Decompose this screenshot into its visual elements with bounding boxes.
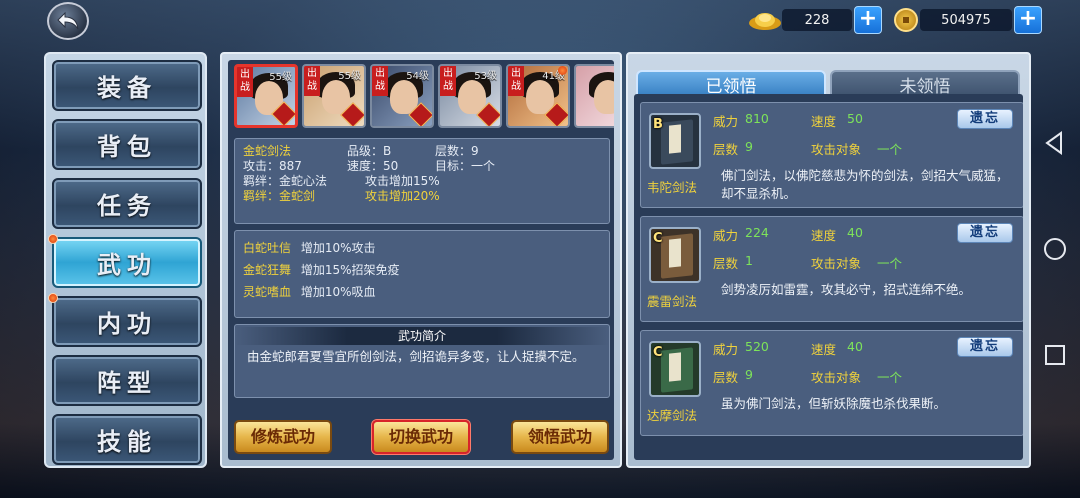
coin-amount: 504975 (920, 9, 1012, 31)
ingot-amount: 228 (782, 9, 852, 31)
effect-row: 灵蛇嗜血 增加10%吸血 (243, 285, 376, 299)
notification-dot (558, 66, 567, 75)
forget-button[interactable]: 遗忘 (957, 337, 1013, 357)
notification-dot (48, 234, 58, 244)
skill-effects-box: 白蛇吐信 增加10%攻击 金蛇狂舞 增加15%招架免疫 灵蛇嗜血 增加10%吸血 (234, 230, 610, 318)
add-ingot-button[interactable]: + (854, 6, 882, 34)
manual-layers: 9 (745, 139, 753, 154)
manual-layers: 1 (745, 253, 753, 268)
nav-back-icon[interactable] (1042, 130, 1068, 156)
manual-speed: 40 (847, 225, 863, 240)
effect-row: 金蛇狂舞 增加15%招架免疫 (243, 263, 400, 277)
copper-coin-icon (894, 8, 918, 32)
comprehend-skill-button[interactable]: 领悟武功 (511, 420, 609, 454)
manual-speed: 40 (847, 339, 863, 354)
skill-layers: 层数：9 (435, 144, 479, 158)
bond-effect: 攻击增加20% (365, 189, 440, 203)
menu-equipment[interactable]: 装备 (52, 60, 202, 111)
switch-skill-button[interactable]: 切换武功 (372, 420, 470, 454)
manual-book-icon: B (649, 113, 701, 169)
left-menu: 装备 背包 任务 武功 内功 阵型 技能 (44, 52, 207, 468)
skill-intro-box: 武功简介 由金蛇郎君夏雪宜所创剑法，剑招诡异多变，让人捉摸不定。 (234, 324, 610, 398)
back-arrow-icon (57, 11, 79, 30)
nav-recents-icon[interactable] (1042, 342, 1068, 368)
manual-desc: 虽为佛门剑法，但斩妖除魔也杀伐果断。 (721, 396, 947, 411)
hero-list: 出战 55级 出战 55级 出战 54级 出战 53级 出战 41级 (228, 60, 614, 130)
skill-manual-card[interactable]: B 韦陀剑法 威力 810 速度 50 层数 9 攻击对象 一个 遗忘 佛门剑法… (640, 102, 1023, 208)
skill-grade: 品级：B (347, 144, 392, 158)
train-skill-button[interactable]: 修炼武功 (234, 420, 332, 454)
hero-card[interactable]: 出战 55级 (234, 64, 298, 128)
manual-layers: 9 (745, 367, 753, 382)
skill-manual-card[interactable]: C 达摩剑法 威力 520 速度 40 层数 9 攻击对象 一个 遗忘 虽为佛门… (640, 330, 1023, 436)
hero-card[interactable]: 出战 55级 (302, 64, 366, 128)
manual-speed: 50 (847, 111, 863, 126)
notification-dot (48, 293, 58, 303)
menu-inner-power[interactable]: 内功 (48, 293, 202, 347)
bond-label: 羁绊：金蛇剑 (243, 189, 316, 203)
skill-speed: 速度：50 (347, 159, 399, 173)
manual-power: 520 (745, 339, 769, 354)
manual-power: 810 (745, 111, 769, 126)
skill-info-box: 金蛇剑法 品级：B 层数：9 攻击：887 速度：50 目标：一个 羁绊：金蛇心… (234, 138, 610, 224)
menu-martial-arts[interactable]: 武功 (48, 234, 202, 288)
ingot-currency: 228 + (748, 6, 882, 34)
skill-manual-card[interactable]: C 震雷剑法 威力 224 速度 40 层数 1 攻击对象 一个 遗忘 剑势凌厉… (640, 216, 1023, 322)
manual-desc: 佛门剑法，以佛陀慈悲为怀的剑法，剑招大气威猛，却不显杀机。 (721, 168, 1009, 201)
system-nav-bar (1032, 0, 1080, 498)
learned-skills-panel: 已领悟 未领悟 B 韦陀剑法 威力 810 速度 50 层数 9 攻击对象 一个… (626, 52, 1031, 468)
intro-text: 由金蛇郎君夏雪宜所创剑法，剑招诡异多变，让人捉摸不定。 (247, 349, 585, 364)
menu-backpack[interactable]: 背包 (52, 119, 202, 170)
forget-button[interactable]: 遗忘 (957, 109, 1013, 129)
hero-card[interactable]: 出战 53级 (438, 64, 502, 128)
effect-row: 白蛇吐信 增加10%攻击 (243, 241, 376, 255)
coin-currency: 504975 + (894, 6, 1042, 34)
skill-name: 金蛇剑法 (243, 144, 292, 158)
bond-label: 羁绊：金蛇心法 (243, 174, 328, 188)
hero-card[interactable]: 5 (574, 64, 614, 128)
manual-desc: 剑势凌厉如雷霆，攻其必守，招式连绵不绝。 (721, 282, 972, 297)
forget-button[interactable]: 遗忘 (957, 223, 1013, 243)
skill-manual-list: B 韦陀剑法 威力 810 速度 50 层数 9 攻击对象 一个 遗忘 佛门剑法… (634, 94, 1023, 460)
hero-card[interactable]: 出战 54级 (370, 64, 434, 128)
manual-power: 224 (745, 225, 769, 240)
manual-book-icon: C (649, 227, 701, 283)
manual-target: 一个 (877, 370, 903, 385)
nav-home-icon[interactable] (1042, 236, 1068, 262)
gold-ingot-icon (748, 9, 782, 31)
bond-effect: 攻击增加15% (365, 174, 440, 188)
skill-target: 目标：一个 (435, 159, 496, 173)
intro-title: 武功简介 (235, 327, 609, 345)
manual-target: 一个 (877, 256, 903, 271)
skill-attack: 攻击：887 (243, 159, 302, 173)
menu-formation[interactable]: 阵型 (52, 355, 202, 406)
back-button[interactable] (47, 2, 89, 40)
manual-book-icon: C (649, 341, 701, 397)
manual-target: 一个 (877, 142, 903, 157)
manual-name: 震雷剑法 (647, 294, 698, 309)
menu-quest[interactable]: 任务 (52, 178, 202, 229)
menu-skills[interactable]: 技能 (52, 414, 202, 465)
manual-name: 韦陀剑法 (647, 180, 698, 195)
skill-detail-panel: 出战 55级 出战 55级 出战 54级 出战 53级 出战 41级 金蛇剑法 … (220, 52, 622, 468)
manual-name: 达摩剑法 (647, 408, 698, 423)
